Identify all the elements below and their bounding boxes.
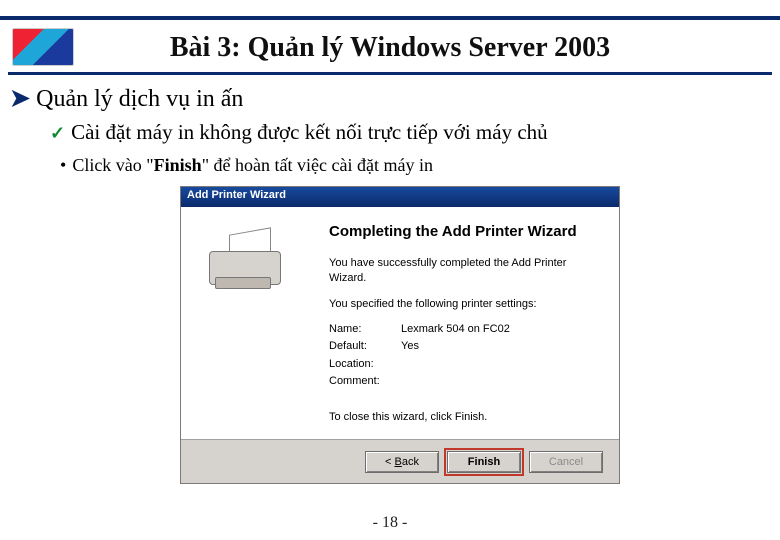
wizard-desc-2: You specified the following printer sett… (329, 297, 601, 312)
setting-name-label: Name: (329, 322, 401, 337)
subpoint: ✓ Cài đặt máy in không được kết nối trực … (50, 120, 770, 145)
bullet-post: " để hoàn tất việc cài đặt máy in (202, 155, 433, 175)
setting-default-value: Yes (401, 339, 419, 354)
section-text: Quản lý dịch vụ in ấn (36, 86, 243, 112)
back-button[interactable]: < Back (365, 451, 439, 473)
back-rest: ack (402, 456, 419, 468)
wizard-right-panel: Completing the Add Printer Wizard You ha… (311, 207, 619, 439)
wizard-left-panel (181, 207, 311, 439)
check-icon: ✓ (50, 123, 65, 143)
bullet-pre: Click vào " (72, 155, 153, 175)
back-prefix: < (385, 456, 394, 468)
wizard-heading: Completing the Add Printer Wizard (329, 223, 601, 242)
setting-location-label: Location: (329, 357, 401, 372)
page-title: Bài 3: Quản lý Windows Server 2003 (0, 32, 780, 64)
setting-name: Name: Lexmark 504 on FC02 (329, 322, 601, 337)
setting-comment: Comment: (329, 374, 601, 389)
page-number: - 18 - (0, 514, 780, 532)
printer-icon (201, 225, 291, 295)
wizard-titlebar: Add Printer Wizard (181, 187, 619, 207)
setting-location: Location: (329, 357, 601, 372)
wizard-desc-1: You have successfully completed the Add … (329, 256, 601, 287)
cancel-button[interactable]: Cancel (529, 451, 603, 473)
setting-default: Default: Yes (329, 339, 601, 354)
back-underline: B (395, 456, 402, 468)
finish-button[interactable]: Finish (447, 451, 521, 473)
arrow-icon: ➤ (10, 86, 30, 112)
wizard-body: Completing the Add Printer Wizard You ha… (181, 207, 619, 439)
bullet-strong: Finish (154, 155, 202, 175)
wizard-footer: < Back Finish Cancel (181, 439, 619, 483)
title-underline (8, 72, 772, 75)
wizard-close-hint: To close this wizard, click Finish. (329, 411, 487, 423)
setting-comment-label: Comment: (329, 374, 401, 389)
setting-name-value: Lexmark 504 on FC02 (401, 322, 510, 337)
bullet-line: • Click vào "Finish" để hoàn tất việc cài… (60, 155, 433, 176)
add-printer-wizard-window: Add Printer Wizard Completing the Add Pr… (180, 186, 620, 484)
top-band (0, 16, 780, 20)
subpoint-text: Cài đặt máy in không được kết nối trực t… (71, 120, 548, 144)
setting-default-label: Default: (329, 339, 401, 354)
section-heading: ➤Quản lý dịch vụ in ấn (10, 84, 770, 113)
bullet-dot-icon: • (60, 155, 66, 175)
